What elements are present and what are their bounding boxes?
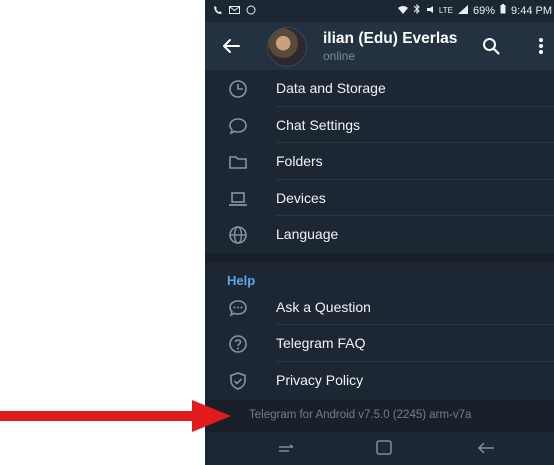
app-version-text: Telegram for Android v7.5.0 (2245) arm-v… — [249, 409, 472, 421]
recent-apps-icon[interactable] — [275, 439, 297, 457]
chat-dots-icon — [227, 297, 249, 319]
system-nav-bar — [205, 432, 554, 465]
clock-time: 9:44 PM — [511, 4, 552, 17]
menu-item-telegram-faq[interactable]: Telegram FAQ — [205, 325, 554, 362]
menu-item-label: Data and Storage — [276, 80, 386, 96]
status-bar: LTE 69% 9:44 PM — [205, 0, 554, 22]
laptop-icon — [227, 188, 249, 210]
mute-icon — [426, 5, 434, 17]
avatar[interactable] — [267, 27, 307, 67]
shield-check-icon — [227, 370, 249, 392]
help-section-header: Help — [205, 263, 554, 289]
sync-icon — [246, 5, 256, 18]
nav-back-icon[interactable] — [475, 439, 497, 457]
signal-icon — [458, 4, 468, 17]
help-header-label: Help — [227, 272, 256, 288]
menu-item-language[interactable]: Language — [205, 216, 554, 253]
home-square-icon[interactable] — [373, 439, 395, 457]
menu-item-label: Language — [276, 226, 339, 242]
red-arrow-annotation — [0, 396, 232, 436]
phone-call-icon — [213, 5, 223, 18]
message-icon — [229, 5, 240, 18]
section-separator — [205, 252, 554, 263]
online-status: online — [323, 49, 356, 63]
search-icon[interactable] — [479, 34, 503, 58]
menu-item-privacy-policy[interactable]: Privacy Policy — [205, 362, 554, 399]
menu-item-label: Chat Settings — [276, 116, 361, 133]
bluetooth-icon — [413, 3, 421, 17]
menu-item-chat-settings[interactable]: Chat Settings — [205, 107, 554, 143]
phone-screen: LTE 69% 9:44 PM ilian (Edu) Everlas onli… — [205, 0, 554, 465]
globe-icon — [227, 224, 249, 246]
profile-name: ilian (Edu) Everlas — [323, 30, 458, 47]
menu-item-label: Devices — [276, 189, 326, 206]
folder-icon — [227, 151, 249, 173]
battery-percent: 69% — [473, 4, 496, 17]
settings-list: Data and Storage Chat Settings Folders D… — [205, 70, 554, 398]
menu-item-label: Privacy Policy — [276, 371, 364, 388]
question-icon — [227, 333, 249, 355]
menu-item-label: Folders — [276, 153, 323, 169]
clock-icon — [227, 78, 249, 100]
menu-item-data-storage[interactable]: Data and Storage — [205, 70, 554, 107]
menu-item-label: Ask a Question — [276, 298, 371, 315]
menu-item-label: Telegram FAQ — [276, 335, 366, 351]
menu-item-devices[interactable]: Devices — [205, 180, 554, 216]
menu-item-ask-question[interactable]: Ask a Question — [205, 289, 554, 325]
menu-item-folders[interactable]: Folders — [205, 143, 554, 180]
app-bar: ilian (Edu) Everlas online — [205, 22, 554, 70]
more-vert-icon[interactable] — [531, 34, 551, 58]
network-type: LTE — [438, 6, 453, 15]
battery-icon — [500, 4, 506, 17]
chat-bubble-icon — [227, 115, 249, 137]
version-footer: Telegram for Android v7.5.0 (2245) arm-v… — [205, 400, 554, 432]
back-arrow-icon[interactable] — [219, 34, 243, 58]
wifi-icon — [397, 5, 408, 17]
